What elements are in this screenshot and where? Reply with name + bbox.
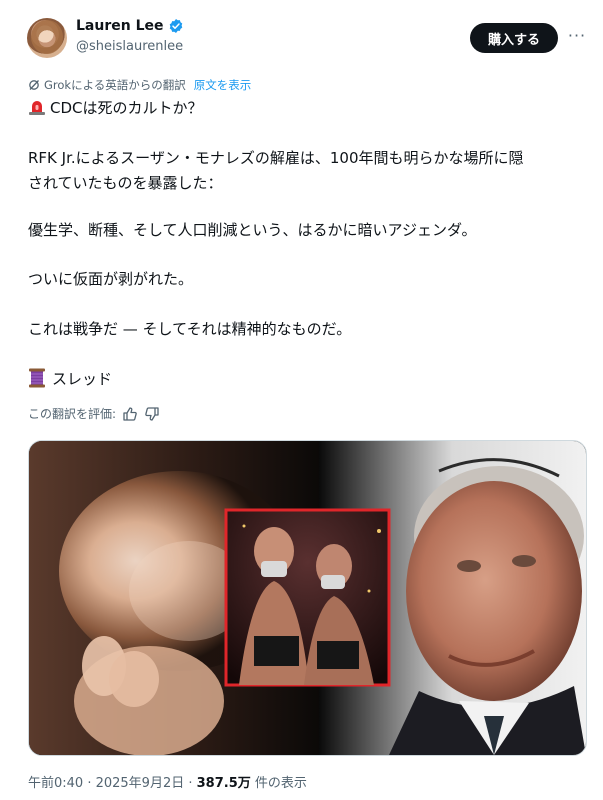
more-icon[interactable]: ··· [567, 24, 587, 48]
thumbs-up-icon[interactable] [122, 406, 138, 422]
paragraph-line: 優生学、断種、そして人口削減という、はるかに暗いアジェンダ。 [28, 221, 477, 239]
verified-badge-icon[interactable] [168, 18, 184, 34]
thread-line: スレッド [28, 367, 112, 392]
show-original-link[interactable]: 原文を表示 [194, 77, 252, 93]
translation-source-text: Grokによる英語からの翻訳 [44, 78, 186, 92]
tweet-text: CDCは死のカルトか？ RFK Jr.によるスーザン・モナレズの解雇は、100年… [28, 96, 588, 396]
rating-label: この翻訳を評価: [28, 407, 117, 421]
paragraph-line: これは戦争だ — そしてそれは精神的なものだ。 [28, 320, 352, 338]
view-count: 387.5万 [196, 776, 251, 791]
tweet-meta: 午前0:40 · 2025年9月2日 · 387.5万 件の表示 [28, 772, 307, 791]
paragraph-line: ついに仮面が剥がれた。 [28, 270, 194, 288]
translation-note: Grokによる英語からの翻訳 原文を表示 [28, 77, 251, 93]
timestamp[interactable]: 午前0:40 · 2025年9月2日 · [28, 776, 197, 791]
media-collage [29, 441, 586, 755]
paragraph-line: されていたものを暴露した： [28, 174, 223, 192]
buy-button[interactable]: 購入する [470, 23, 558, 53]
thumbs-down-icon[interactable] [144, 406, 160, 422]
views-suffix: 件の表示 [250, 776, 307, 791]
user-handle[interactable]: @sheislaurenlee [76, 39, 183, 54]
translation-rating: この翻訳を評価: [28, 405, 160, 422]
avatar[interactable] [27, 18, 67, 58]
name-row: Lauren Lee [76, 18, 184, 34]
thread-label: スレッド [52, 370, 113, 388]
title-line: CDCは死のカルトか？ [28, 96, 203, 121]
spool-icon [29, 368, 45, 388]
grok-icon [29, 80, 39, 90]
tweet-header: Lauren Lee @sheislaurenlee 購入する ··· [27, 16, 587, 60]
tweet-title: CDCは死のカルトか？ [50, 99, 203, 117]
display-name[interactable]: Lauren Lee [76, 18, 164, 34]
siren-icon [29, 101, 45, 115]
paragraph-line: RFK Jr.によるスーザン・モナレズの解雇は、100年間も明らかな場所に隠 [28, 149, 524, 167]
tweet-media-image[interactable] [28, 440, 587, 756]
